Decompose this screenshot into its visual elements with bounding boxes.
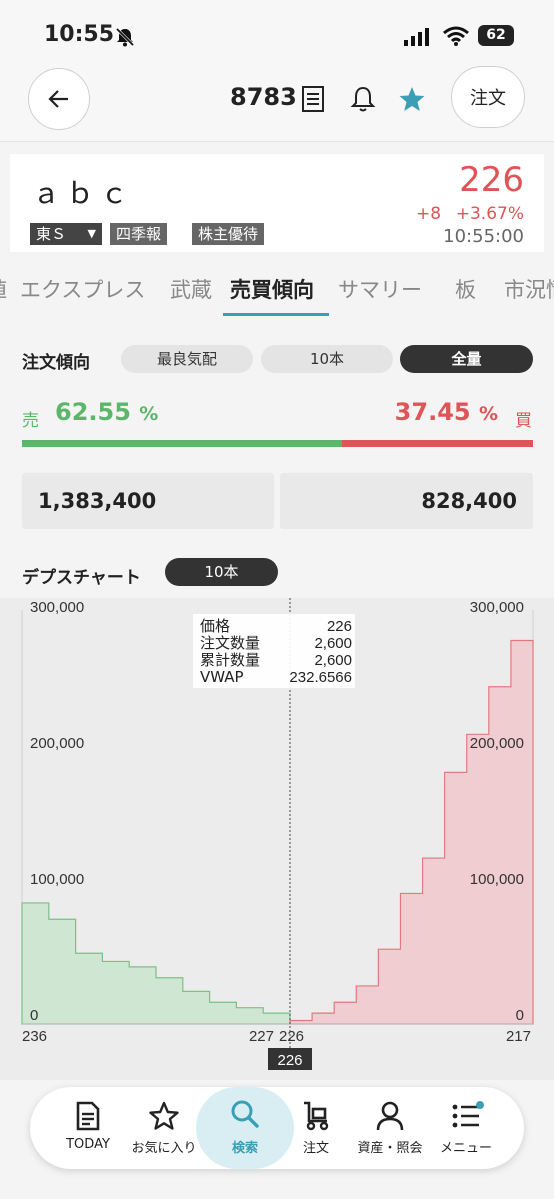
bottom-nav: TODAY お気に入り 検索 注文 資産・照会 メニュー [30, 1087, 524, 1169]
x-tick-center: 226 [279, 1028, 304, 1045]
battery-icon: 62 [478, 25, 514, 46]
battery-level: 62 [486, 27, 506, 43]
y-tick-left: 0 [30, 1007, 38, 1024]
sell-volume: 1,383,400 [38, 489, 157, 513]
y-tick-right: 300,000 [470, 599, 524, 616]
market-select[interactable]: 東Ｓ ▼ [30, 223, 102, 245]
price-time: 10:55:00 [443, 226, 524, 247]
tab-musashi[interactable]: 武蔵 [170, 274, 212, 304]
price-change: +8 [416, 204, 442, 224]
caret-down-icon: ▼ [87, 227, 96, 240]
mute-bell-icon [115, 27, 135, 47]
depth-chart-option[interactable]: 10本 [165, 558, 278, 586]
tooltip-value: 2,600 [314, 652, 352, 669]
back-button[interactable] [28, 68, 90, 130]
document-icon[interactable] [301, 85, 325, 113]
tab-market[interactable]: 市況情 [504, 274, 554, 304]
tooltip-value: 226 [327, 618, 352, 635]
nav-order-label: 注文 [302, 1141, 329, 1156]
y-tick-right: 0 [516, 1007, 524, 1024]
cart-icon [304, 1101, 329, 1131]
nav-favorites[interactable]: お気に入り [124, 1087, 204, 1169]
nav-assets[interactable]: 資産・照会 [350, 1087, 430, 1169]
cursor-label: 226 [277, 1052, 302, 1069]
shikiho-badge[interactable]: 四季報 [110, 223, 168, 245]
tooltip-label: 価格 [200, 617, 230, 635]
status-time: 10:55 [44, 22, 115, 47]
star-icon [149, 1101, 179, 1130]
order-button-label: 注文 [470, 88, 506, 109]
stock-code: 8783 [230, 83, 297, 111]
tab-partial-left[interactable]: 値 [0, 274, 7, 304]
x-tick-left-end: 227 [249, 1028, 274, 1045]
buy-depth-area [289, 639, 534, 1025]
nav-today-label: TODAY [66, 1137, 110, 1152]
y-tick-right: 100,000 [470, 871, 524, 888]
ratio-bar [22, 440, 533, 447]
buy-label: 買 [515, 411, 532, 431]
order-button[interactable]: 注文 [451, 66, 525, 128]
signal-icon [404, 28, 429, 46]
y-tick-left: 300,000 [30, 599, 84, 616]
depth-chart-label: デプスチャート [22, 568, 141, 588]
y-tick-left: 100,000 [30, 871, 84, 888]
buy-volume: 828,400 [421, 489, 517, 513]
tab-board[interactable]: 板 [455, 274, 476, 304]
sell-pct: 62.55 % [55, 398, 158, 426]
bell-icon[interactable] [350, 85, 376, 113]
tooltip-value: 2,600 [314, 635, 352, 652]
tab-trade-trend[interactable]: 売買傾向 [230, 274, 314, 304]
yutai-badge[interactable]: 株主優待 [192, 223, 265, 245]
nav-menu-label: メニュー [439, 1141, 492, 1156]
option-best-quote[interactable]: 最良気配 [121, 345, 253, 373]
sell-pct-value: 62.55 [55, 398, 131, 426]
active-tab-indicator [223, 313, 329, 316]
tooltip-value: 232.6566 [289, 669, 352, 686]
star-icon[interactable] [398, 85, 426, 113]
stock-price: 226 [459, 160, 524, 200]
menu-icon [452, 1101, 484, 1128]
tab-express[interactable]: エクスプレス [20, 274, 145, 304]
x-tick-right-end: 217 [506, 1028, 531, 1045]
tooltip-label: VWAP [200, 668, 244, 686]
market-label: 東Ｓ [36, 225, 67, 243]
nav-favorites-label: お気に入り [131, 1141, 197, 1156]
buy-pct-unit: % [478, 403, 498, 425]
nav-assets-label: 資産・照会 [357, 1141, 423, 1156]
tooltip-label: 注文数量 [200, 634, 260, 652]
buy-volume-box: 828,400 [280, 473, 533, 529]
wifi-icon [443, 26, 469, 46]
option-10-levels[interactable]: 10本 [261, 345, 393, 373]
sell-label: 売 [22, 411, 39, 431]
y-tick-right: 200,000 [470, 735, 524, 752]
depth-chart[interactable]: 300,000 200,000 100,000 0 300,000 200,000 100,… [0, 598, 554, 1080]
tooltip-label: 累計数量 [200, 651, 260, 669]
stock-name: ａｂｃ [32, 177, 135, 210]
depth-chart-svg[interactable]: 300,000 200,000 100,000 0 300,000 200,000 100,… [0, 598, 554, 1080]
search-icon [231, 1100, 259, 1128]
y-tick-left: 200,000 [30, 735, 84, 752]
app-header: 8783 注文 [0, 60, 554, 142]
x-tick-left-start: 236 [22, 1028, 47, 1045]
nav-order[interactable]: 注文 [276, 1087, 356, 1169]
document-icon [76, 1101, 100, 1131]
sell-pct-unit: % [139, 403, 159, 425]
sell-depth-area [21, 902, 291, 1025]
buy-pct-value: 37.45 [394, 398, 471, 426]
option-all[interactable]: 全量 [400, 345, 533, 373]
nav-today[interactable]: TODAY [48, 1087, 128, 1169]
person-icon [376, 1101, 404, 1131]
buy-pct: 37.45 % [395, 398, 498, 426]
tab-bar: 値 エクスプレス 武蔵 売買傾向 サマリー 板 市況情 [0, 262, 554, 318]
arrow-left-icon [48, 90, 68, 108]
sell-volume-box: 1,383,400 [22, 473, 274, 529]
tab-summary[interactable]: サマリー [338, 274, 422, 304]
order-trend-label: 注文傾向 [22, 353, 90, 373]
status-bar: 10:55 62 [0, 0, 554, 60]
price-change-pct: +3.67% [455, 204, 524, 224]
ratio-bar-sell [22, 440, 342, 447]
nav-menu[interactable]: メニュー [426, 1087, 506, 1169]
